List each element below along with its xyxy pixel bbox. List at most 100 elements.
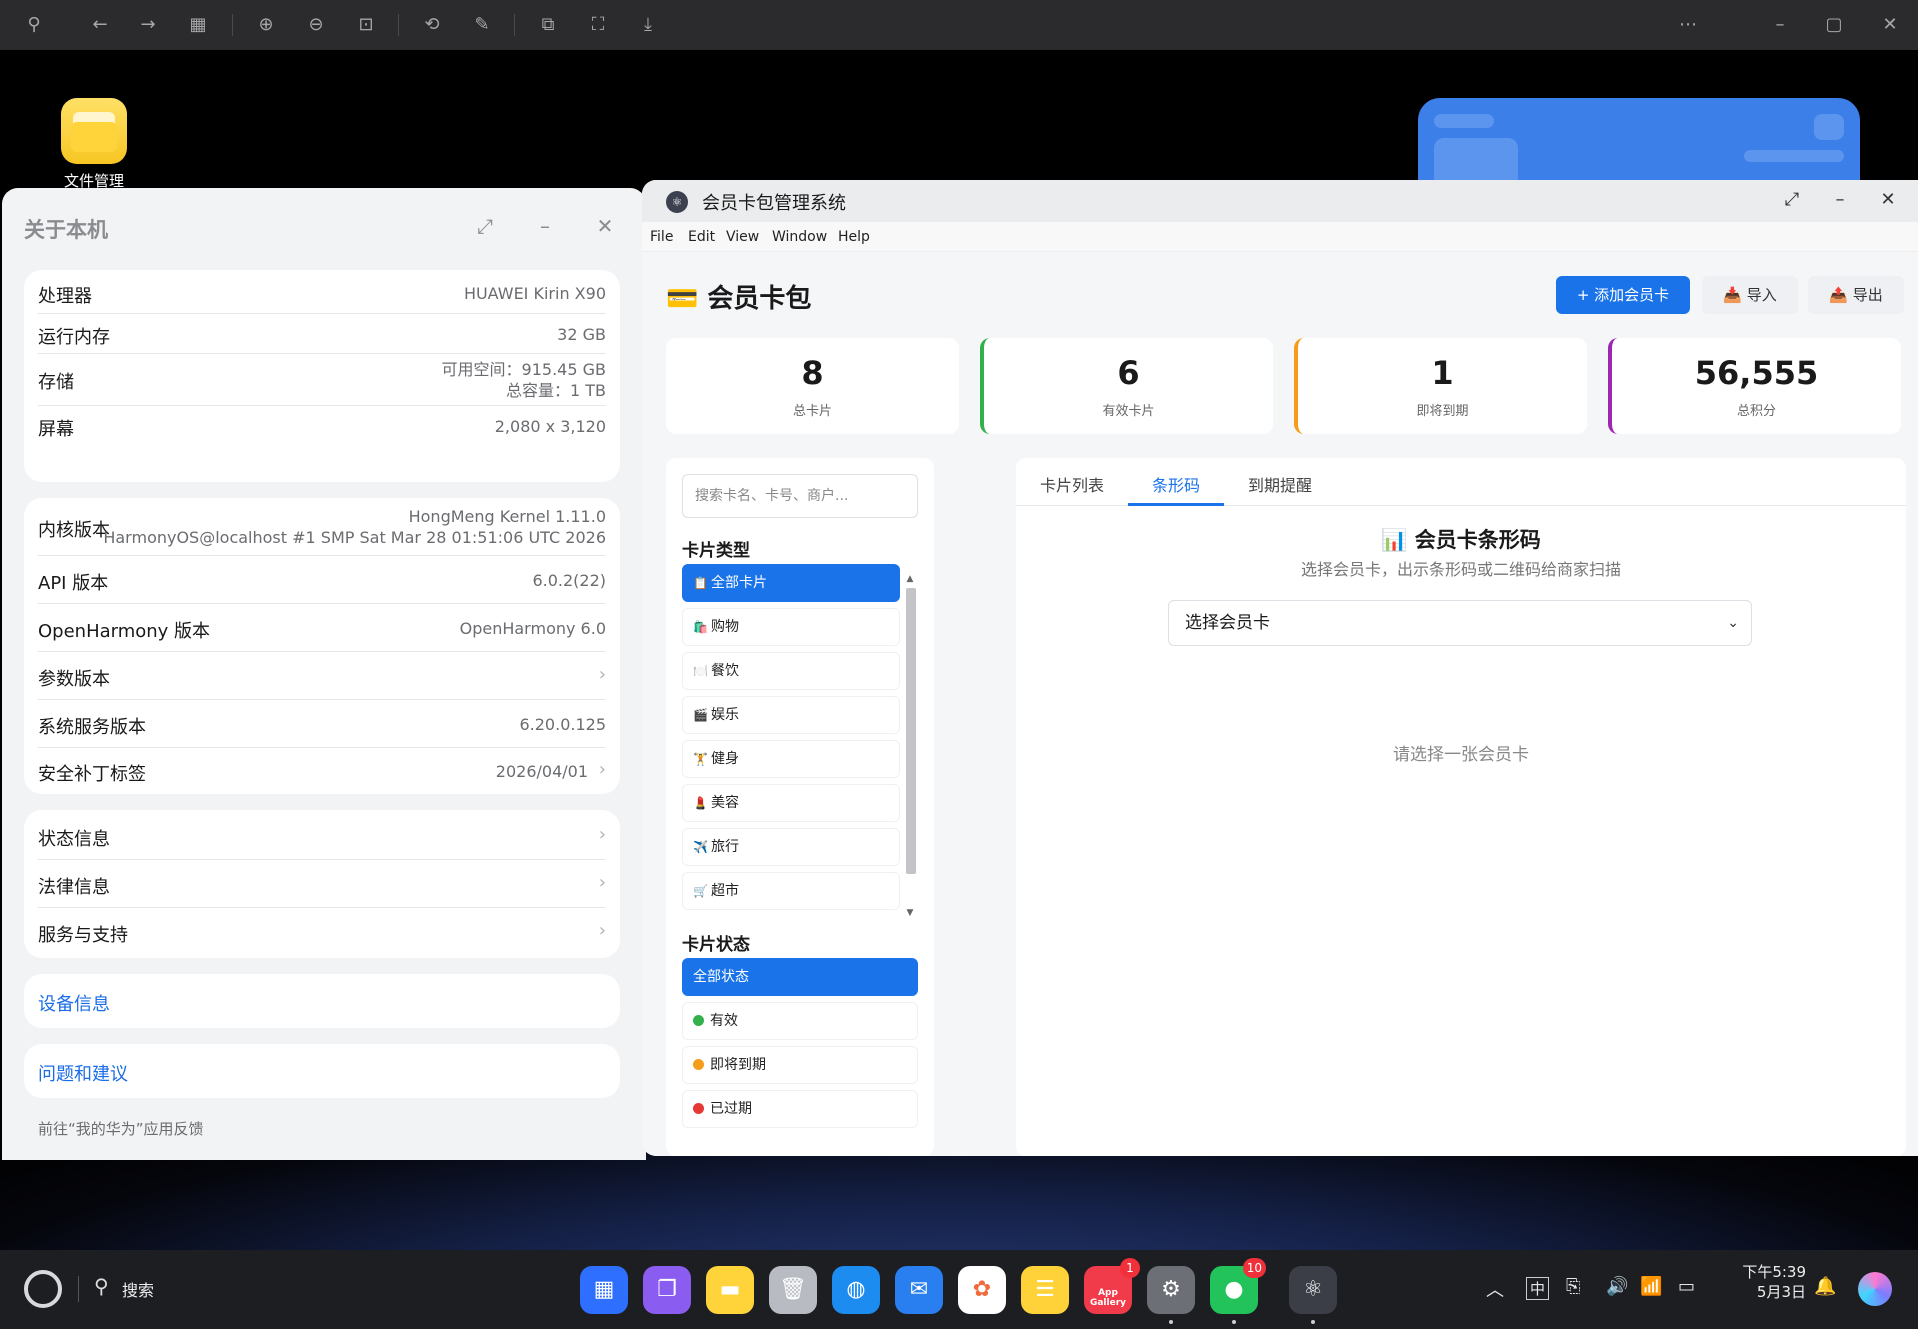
link-row-service[interactable]: 服务与支持 › bbox=[38, 908, 606, 956]
minimize-icon[interactable]: – bbox=[1828, 189, 1852, 210]
maximize-icon[interactable]: ▢ bbox=[1822, 13, 1846, 37]
minimize-icon[interactable]: – bbox=[1768, 13, 1792, 37]
edit-icon[interactable]: ✎ bbox=[470, 13, 494, 37]
device-info-card[interactable]: 设备信息 bbox=[24, 974, 620, 1028]
dock-wechat[interactable]: ● 10 bbox=[1210, 1258, 1266, 1314]
stat-label: 总卡片 bbox=[792, 404, 832, 419]
back-arrow-icon[interactable]: ← bbox=[88, 13, 112, 37]
dock-electron[interactable]: ⚛ bbox=[1289, 1266, 1337, 1314]
scrollbar-thumb[interactable] bbox=[906, 588, 916, 874]
feedback-link[interactable]: 问题和建议 bbox=[38, 1060, 128, 1086]
pin-icon[interactable]: ⚲ bbox=[22, 13, 46, 37]
tab-card-list[interactable]: 卡片列表 bbox=[1040, 472, 1104, 496]
desktop-file-manager[interactable]: 文件管理 bbox=[56, 98, 132, 191]
dock-app-gallery[interactable]: App Gallery 1 bbox=[1084, 1258, 1140, 1314]
card-type-item-supermarket[interactable]: 🛒 超市 bbox=[682, 872, 900, 910]
dock-mail[interactable]: ✉ bbox=[895, 1266, 943, 1314]
card-select[interactable]: 选择会员卡 ⌄ bbox=[1168, 600, 1752, 646]
card-type-item-entertainment[interactable]: 🎬 娱乐 bbox=[682, 696, 900, 734]
scan-icon[interactable]: ⛶ bbox=[586, 13, 610, 37]
clipboard-icon[interactable]: ⎘ bbox=[1566, 1276, 1580, 1297]
chevron-up-icon[interactable]: ︿ bbox=[1486, 1276, 1504, 1302]
card-type-label: 购物 bbox=[711, 619, 739, 635]
card-status-item-expired[interactable]: 已过期 bbox=[682, 1090, 918, 1128]
zoom-out-icon[interactable]: ⊖ bbox=[304, 13, 328, 37]
running-indicator bbox=[1311, 1320, 1315, 1324]
card-type-scrollbar[interactable]: ▲ ▼ bbox=[904, 574, 916, 922]
taskbar-divider bbox=[78, 1276, 79, 1302]
card-type-item-all[interactable]: 📋 全部卡片 bbox=[682, 564, 900, 602]
card-status-label: 即将到期 bbox=[710, 1057, 766, 1073]
close-icon[interactable]: ✕ bbox=[1876, 189, 1900, 210]
search-icon[interactable]: ⚲ bbox=[94, 1274, 109, 1298]
dock-multitask[interactable]: ❐ bbox=[643, 1266, 691, 1314]
export-button[interactable]: 📤 导出 bbox=[1808, 276, 1904, 314]
wifi-icon[interactable]: 📶 bbox=[1640, 1276, 1662, 1297]
filter-sidebar: 卡片类型 📋全部卡片 🛍️购物 🍽️餐饮 🎬娱乐 🏋️健身 💄美容 ✈️旅行 🛒… bbox=[666, 458, 934, 1156]
fullscreen-icon[interactable]: ⤢ bbox=[472, 214, 498, 238]
widget-shape bbox=[1434, 114, 1494, 128]
info-links-card: 状态信息 › 法律信息 › 服务与支持 › bbox=[24, 810, 620, 958]
scroll-down-icon[interactable]: ▼ bbox=[904, 908, 916, 918]
card-type-item-beauty[interactable]: 💄 美容 bbox=[682, 784, 900, 822]
volume-icon[interactable]: 🔊 bbox=[1606, 1276, 1628, 1297]
menu-file[interactable]: File bbox=[650, 229, 673, 245]
forward-arrow-icon[interactable]: → bbox=[136, 13, 160, 37]
battery-icon[interactable]: ▭ bbox=[1678, 1276, 1695, 1297]
lipstick-icon: 💄 bbox=[693, 796, 708, 810]
menu-help[interactable]: Help bbox=[838, 229, 870, 245]
rotate-icon[interactable]: ⟲ bbox=[420, 13, 444, 37]
spec-value-free: 可用空间：915.45 GB bbox=[441, 360, 606, 379]
feedback-card[interactable]: 问题和建议 bbox=[24, 1044, 620, 1098]
import-button[interactable]: 📥 导入 bbox=[1702, 276, 1798, 314]
card-status-item-valid[interactable]: 有效 bbox=[682, 1002, 918, 1040]
card-type-item-travel[interactable]: ✈️ 旅行 bbox=[682, 828, 900, 866]
add-card-button[interactable]: + 添加会员卡 bbox=[1556, 276, 1690, 314]
dock-settings[interactable]: ⚙ bbox=[1147, 1266, 1195, 1314]
zoom-in-icon[interactable]: ⊕ bbox=[254, 13, 278, 37]
version-value: 6.20.0.125 bbox=[519, 715, 606, 734]
card-type-title: 卡片类型 bbox=[682, 541, 750, 561]
dock-notes[interactable]: ☰ bbox=[1021, 1266, 1069, 1314]
card-type-item-shopping[interactable]: 🛍️ 购物 bbox=[682, 608, 900, 646]
bell-icon[interactable]: 🔔 bbox=[1814, 1276, 1836, 1297]
card-type-item-dining[interactable]: 🍽️ 餐饮 bbox=[682, 652, 900, 690]
dock-trash[interactable]: 🗑 bbox=[769, 1266, 817, 1314]
menu-edit[interactable]: Edit bbox=[688, 229, 715, 245]
taskbar-search-label[interactable]: 搜索 bbox=[122, 1277, 154, 1301]
more-icon[interactable]: ⋯ bbox=[1676, 13, 1700, 37]
translate-icon[interactable]: ⧉ bbox=[536, 13, 560, 37]
card-type-item-fitness[interactable]: 🏋️ 健身 bbox=[682, 740, 900, 778]
fullscreen-icon[interactable]: ⤢ bbox=[1780, 189, 1804, 210]
dock-browser[interactable]: ◍ bbox=[832, 1266, 880, 1314]
start-button[interactable] bbox=[24, 1270, 62, 1308]
menu-view[interactable]: View bbox=[726, 229, 759, 245]
dock-gallery[interactable]: ✿ bbox=[958, 1266, 1006, 1314]
tab-barcode[interactable]: 条形码 bbox=[1152, 472, 1200, 496]
card-status-label: 全部状态 bbox=[693, 969, 749, 985]
taskbar-clock[interactable]: 下午5:39 5月3日 bbox=[1734, 1262, 1806, 1302]
spec-label: 存储 bbox=[38, 372, 74, 393]
scroll-up-icon[interactable]: ▲ bbox=[904, 574, 916, 584]
card-status-item-expiring[interactable]: 即将到期 bbox=[682, 1046, 918, 1084]
version-row-security-patch[interactable]: 安全补丁标签 2026/04/01 › bbox=[38, 748, 606, 794]
minimize-icon[interactable]: – bbox=[532, 214, 558, 238]
close-icon[interactable]: ✕ bbox=[592, 214, 618, 238]
actual-size-icon[interactable]: ⊡ bbox=[354, 13, 378, 37]
grid-icon[interactable]: ▦ bbox=[186, 13, 210, 37]
save-icon[interactable]: ⤓ bbox=[636, 13, 660, 37]
close-icon[interactable]: ✕ bbox=[1878, 13, 1902, 37]
dock-files[interactable]: ▬ bbox=[706, 1266, 754, 1314]
version-row-parameter[interactable]: 参数版本 › bbox=[38, 652, 606, 700]
link-row-legal[interactable]: 法律信息 › bbox=[38, 860, 606, 908]
ime-indicator[interactable]: 中 bbox=[1526, 1277, 1550, 1300]
dock-app-center[interactable]: ▦ bbox=[580, 1266, 628, 1314]
link-row-status[interactable]: 状态信息 › bbox=[38, 810, 606, 860]
device-info-link[interactable]: 设备信息 bbox=[38, 990, 110, 1016]
tab-expiry-reminder[interactable]: 到期提醒 bbox=[1248, 472, 1312, 496]
menu-window[interactable]: Window bbox=[772, 229, 827, 245]
trash-icon: 🗑 bbox=[779, 1277, 807, 1302]
card-status-item-all[interactable]: 全部状态 bbox=[682, 958, 918, 996]
search-input[interactable] bbox=[682, 474, 918, 518]
assistant-orb-icon[interactable] bbox=[1858, 1272, 1892, 1306]
